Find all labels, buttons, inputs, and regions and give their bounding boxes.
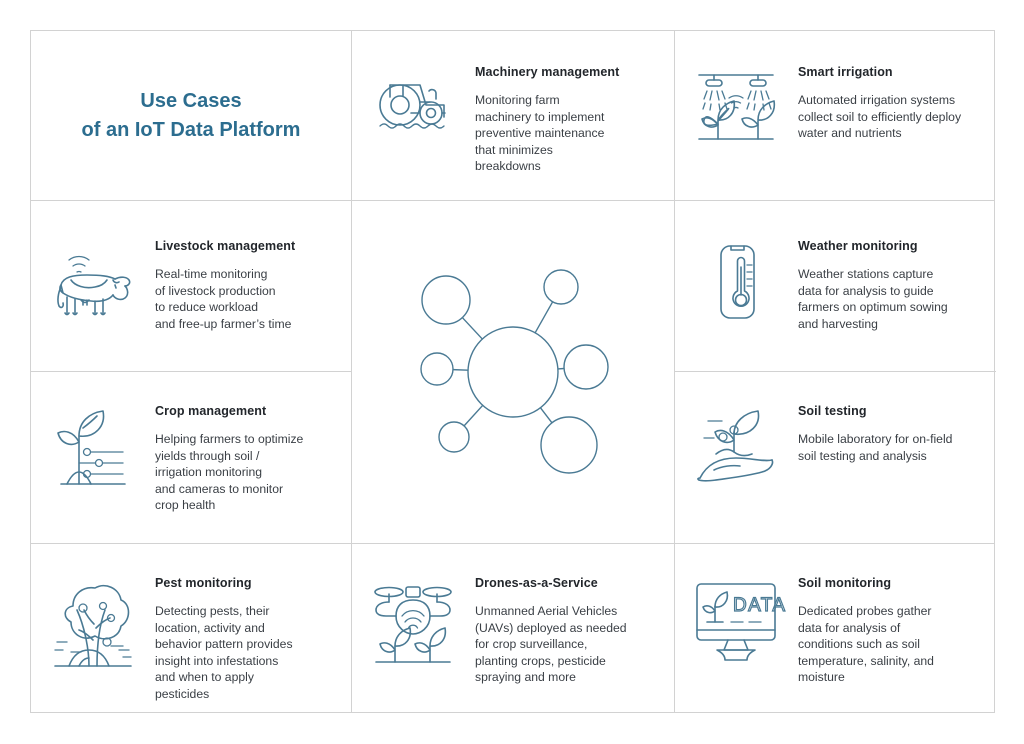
network-hub-icon xyxy=(419,268,609,474)
weather-monitoring-body: Weather stations capture data for analys… xyxy=(798,267,948,331)
thermometer-device-icon xyxy=(674,239,798,321)
hub-link-1 xyxy=(461,316,483,340)
cell-soil-monitoring: DATA Soil monitoring Dedicated probes ga… xyxy=(674,543,996,714)
smart-irrigation-text: Smart irrigation Automated irrigation sy… xyxy=(798,65,996,142)
pest-monitoring-body: Detecting pests, their location, activit… xyxy=(155,604,293,701)
weather-monitoring-heading: Weather monitoring xyxy=(798,239,918,253)
machinery-management-heading: Machinery management xyxy=(475,65,620,79)
cell-drones-as-a-service: Drones-as-a-Service Unmanned Aerial Vehi… xyxy=(351,543,674,714)
livestock-management-text: Livestock management Real-time monitorin… xyxy=(155,239,351,332)
livestock-management-heading: Livestock management xyxy=(155,239,296,253)
hub-satellite-node-4 xyxy=(539,415,598,474)
cell-soil-testing: Soil testing Mobile laboratory for on-fi… xyxy=(674,371,996,543)
hub-link-5 xyxy=(463,404,483,426)
soil-testing-text: Soil testing Mobile laboratory for on-fi… xyxy=(798,404,996,464)
drones-as-a-service-text: Drones-as-a-Service Unmanned Aerial Vehi… xyxy=(475,576,674,686)
cell-livestock-management: Livestock management Real-time monitorin… xyxy=(31,200,351,371)
hub-link-2 xyxy=(534,300,553,333)
drone-plants-icon xyxy=(351,576,475,666)
drones-as-a-service-heading: Drones-as-a-Service xyxy=(475,576,598,590)
title-cell: Use Cases of an IoT Data Platform xyxy=(31,31,351,200)
infographic-grid: Use Cases of an IoT Data Platform Machin… xyxy=(30,30,996,714)
crop-management-heading: Crop management xyxy=(155,404,267,418)
tractor-icon xyxy=(351,65,475,133)
smart-irrigation-heading: Smart irrigation xyxy=(798,65,893,79)
machinery-management-body: Monitoring farm machinery to implement p… xyxy=(475,93,605,173)
cell-pest-monitoring: Pest monitoring Detecting pests, their l… xyxy=(31,543,351,714)
pest-monitoring-heading: Pest monitoring xyxy=(155,576,252,590)
hub-satellite-node-6 xyxy=(419,351,454,386)
page-title: Use Cases of an IoT Data Platform xyxy=(81,89,301,141)
hub-satellite-node-1 xyxy=(420,274,471,325)
tree-pests-icon xyxy=(31,576,155,670)
soil-testing-heading: Soil testing xyxy=(798,404,867,418)
hand-soil-sprout-icon xyxy=(674,404,798,484)
soil-monitoring-heading: Soil monitoring xyxy=(798,576,892,590)
hub-satellite-node-5 xyxy=(437,420,470,453)
hub-link-6 xyxy=(452,368,468,371)
monitor-data-icon: DATA xyxy=(674,576,798,664)
crop-management-body: Helping farmers to optimize yields throu… xyxy=(155,432,304,512)
drones-as-a-service-body: Unmanned Aerial Vehicles (UAVs) deployed… xyxy=(475,604,627,684)
plant-sliders-icon xyxy=(31,404,155,488)
hub-link-4 xyxy=(539,406,553,423)
hub-satellite-node-2 xyxy=(542,268,579,305)
cell-smart-irrigation: Smart irrigation Automated irrigation sy… xyxy=(674,31,996,200)
livestock-management-body: Real-time monitoring of livestock produc… xyxy=(155,267,292,331)
cell-crop-management: Crop management Helping farmers to optim… xyxy=(31,371,351,543)
cow-wifi-icon xyxy=(31,239,155,319)
soil-monitoring-text: Soil monitoring Dedicated probes gather … xyxy=(798,576,996,686)
weather-monitoring-text: Weather monitoring Weather stations capt… xyxy=(798,239,996,332)
crop-management-text: Crop management Helping farmers to optim… xyxy=(155,404,351,514)
cell-weather-monitoring: Weather monitoring Weather stations capt… xyxy=(674,200,996,371)
smart-irrigation-body: Automated irrigation systems collect soi… xyxy=(798,93,962,140)
pest-monitoring-text: Pest monitoring Detecting pests, their l… xyxy=(155,576,351,702)
hub-center-node xyxy=(466,325,559,418)
hub-satellite-node-3 xyxy=(562,343,609,390)
monitor-screen-label: DATA xyxy=(733,595,786,616)
soil-monitoring-body: Dedicated probes gather data for analysi… xyxy=(798,604,934,684)
machinery-management-text: Machinery management Monitoring farm mac… xyxy=(475,65,674,175)
soil-testing-body: Mobile laboratory for on-field soil test… xyxy=(798,432,953,463)
sprinkler-plants-icon xyxy=(674,65,798,143)
cell-machinery-management: Machinery management Monitoring farm mac… xyxy=(351,31,674,200)
cell-network-hub xyxy=(351,200,674,543)
